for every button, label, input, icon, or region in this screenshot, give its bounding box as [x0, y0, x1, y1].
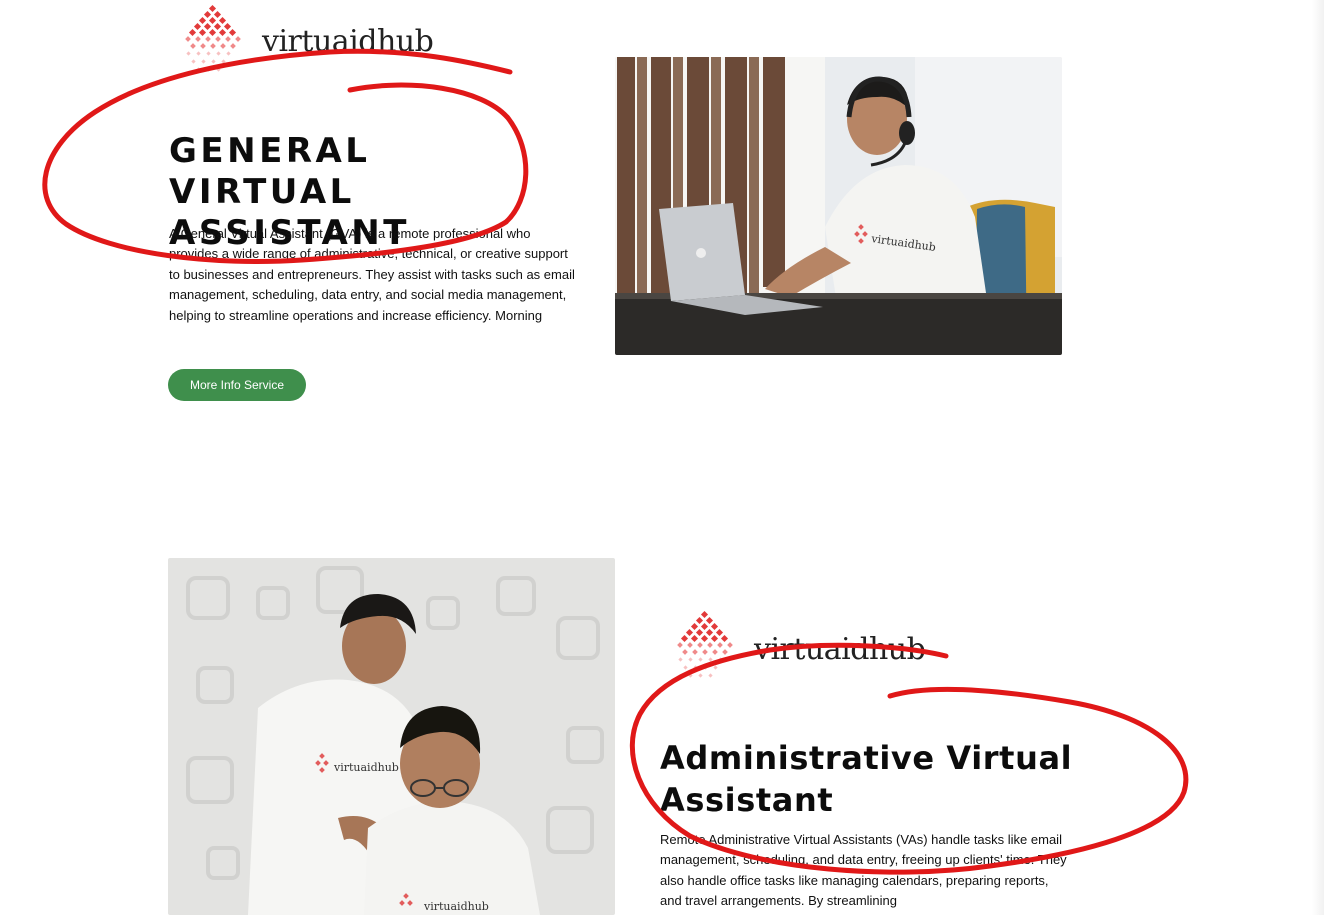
shirt-logo-text-2: virtuaidhub	[423, 900, 489, 913]
brand-logo-section2: virtuaidhub	[674, 610, 944, 684]
diamond-logo-icon	[677, 610, 733, 678]
administrative-va-photo: virtuaidhub virtuaidhub	[168, 558, 615, 915]
section-title-administrative-va: Administrative Virtual Assistant	[660, 739, 1073, 819]
diamond-logo-icon	[185, 4, 241, 72]
section-description-administrative-va: Remote Administrative Virtual Assistants…	[660, 832, 1067, 909]
brand-wordmark: virtuaidhub	[754, 632, 926, 667]
brand-logo-top: virtuaidhub	[182, 4, 452, 78]
general-va-photo: virtuaidhub	[615, 57, 1062, 355]
shirt-logo-text-1: virtuaidhub	[333, 761, 399, 774]
section-description-general-va: A General Virtual Assistant (GVA) is a r…	[169, 226, 575, 323]
page-scroll-edge	[1312, 0, 1324, 915]
brand-wordmark: virtuaidhub	[262, 24, 434, 59]
more-info-service-button[interactable]: More Info Service	[168, 369, 306, 401]
